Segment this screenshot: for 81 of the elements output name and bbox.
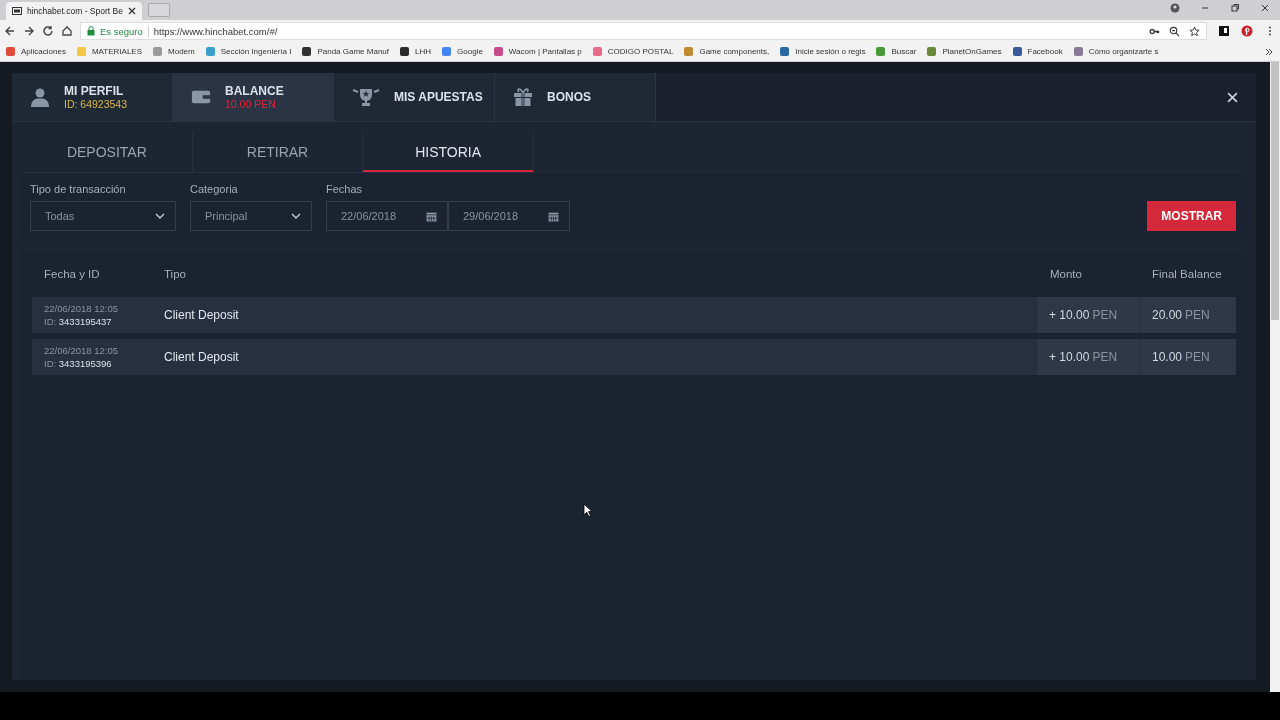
id-text: ID: 3433195396: [44, 358, 113, 369]
column-header: Tipo: [164, 268, 187, 280]
trophy-icon: [352, 87, 380, 107]
page-icon: [12, 6, 22, 16]
category-select[interactable]: Principal: [190, 201, 312, 231]
date-from-field[interactable]: 22/06/2018: [326, 201, 448, 231]
reload-icon[interactable]: [42, 25, 54, 37]
bookmark-item[interactable]: Wacom | Pantallas p: [493, 47, 582, 56]
bookmark-item[interactable]: Inicie sesión o regis: [780, 47, 866, 56]
cursor-icon: [583, 503, 593, 517]
bookmark-item[interactable]: PlanetOnGames: [927, 47, 1002, 56]
transaction-type-select[interactable]: Todas: [30, 201, 176, 231]
tab-label: BONOS: [547, 90, 591, 104]
close-icon[interactable]: [1260, 2, 1270, 13]
date-to-field[interactable]: 29/06/2018: [448, 201, 570, 231]
calendar-icon: [548, 210, 559, 222]
field-label: Fechas: [326, 183, 364, 195]
bookmark-item[interactable]: LHH: [400, 47, 432, 56]
bookmark-item[interactable]: MATERIALES: [76, 47, 142, 56]
bookmark-item[interactable]: Sección Ingeniería I: [205, 47, 292, 56]
id-text: ID: 3433195437: [44, 316, 113, 327]
user-icon: [30, 87, 50, 107]
extension-icon[interactable]: [1218, 25, 1230, 37]
chevron-icon: [155, 213, 165, 219]
bookmark-item[interactable]: Cómo organizarte s: [1073, 47, 1159, 56]
forward-icon[interactable]: [23, 25, 35, 37]
browser-tab[interactable]: hinchabet.com - Sport Be: [6, 2, 142, 20]
column-header: Fecha y ID: [43, 268, 101, 280]
restore-icon[interactable]: [1230, 2, 1240, 13]
bookmark-item[interactable]: Modem: [153, 47, 195, 56]
chevron-icon: [291, 213, 301, 219]
column-header: Final Balance: [1151, 268, 1223, 280]
account-tab[interactable]: BONOS: [495, 73, 656, 121]
bookmark-item[interactable]: Google: [442, 47, 483, 56]
date-text: 22/06/2018 12:05: [44, 303, 119, 314]
table-row[interactable]: 22/06/2018 12:05 ID: 3433195396 Client Deposit + 10.00 PEN 10.00 PEN: [32, 339, 1236, 375]
profile-icon[interactable]: [1170, 2, 1180, 13]
balance-cell: 10.00 PEN: [1140, 339, 1236, 375]
more-icon[interactable]: [1264, 46, 1274, 57]
bookmark-item[interactable]: Facebook: [1012, 47, 1063, 56]
amount-cell: + 10.00 PEN: [1037, 339, 1139, 375]
bookmark-item[interactable]: Game components,: [684, 47, 770, 56]
back-icon[interactable]: [4, 25, 16, 37]
close-icon[interactable]: [128, 7, 136, 15]
address-bar[interactable]: Es seguro https://www.hinchabet.com/#/: [80, 22, 1207, 40]
field-label: Categoria: [190, 183, 239, 195]
account-tab[interactable]: BALANCE 10.00 PEN: [173, 73, 334, 121]
bookmark-item[interactable]: Buscar: [876, 47, 917, 56]
home-icon[interactable]: [61, 25, 73, 37]
account-tab[interactable]: MI PERFIL ID: 64923543: [12, 73, 173, 121]
star-icon[interactable]: [1189, 25, 1200, 37]
bookmark-item[interactable]: CODIGO POSTAL: [592, 47, 674, 56]
sub-tab[interactable]: HISTORIA: [363, 132, 534, 172]
sub-tab[interactable]: RETIRAR: [192, 132, 364, 172]
tab-label: MI PERFIL: [64, 84, 125, 98]
sub-tab[interactable]: DEPOSITAR: [22, 132, 193, 172]
gift-icon: [513, 87, 533, 107]
pin-icon[interactable]: [1241, 25, 1253, 37]
type-cell-text: Client Deposit: [164, 349, 240, 366]
tab-subtitle: ID: 64923543: [64, 98, 128, 110]
tab-subtitle: 10.00 PEN: [225, 98, 277, 110]
tab-title: hinchabet.com - Sport Be: [27, 6, 123, 16]
bookmark-item[interactable]: Panda Game Manuf: [302, 47, 390, 56]
amount-cell: + 10.00 PEN: [1037, 297, 1139, 333]
bookmark-item[interactable]: Aplicaciones: [6, 47, 66, 56]
field-label: Tipo de transacción: [30, 183, 127, 195]
tab-label: MIS APUESTAS: [394, 90, 483, 104]
column-header: Monto: [1049, 268, 1083, 280]
balance-cell: 20.00 PEN: [1140, 297, 1236, 333]
lock-icon: [87, 26, 95, 36]
account-tab[interactable]: MIS APUESTAS: [334, 73, 495, 121]
tab-label: BALANCE: [225, 84, 284, 98]
scrollbar[interactable]: [1270, 62, 1280, 692]
security-label: Es seguro: [100, 25, 143, 37]
zoom-icon[interactable]: [1169, 25, 1180, 37]
table-row[interactable]: 22/06/2018 12:05 ID: 3433195437 Client Deposit + 10.00 PEN 20.00 PEN: [32, 297, 1236, 333]
type-cell-text: Client Deposit: [164, 307, 240, 324]
show-button[interactable]: MOSTRAR: [1147, 201, 1236, 231]
date-text: 22/06/2018 12:05: [44, 345, 119, 356]
url-text: https://www.hinchabet.com/#/: [153, 25, 278, 37]
calendar-icon: [426, 210, 437, 222]
